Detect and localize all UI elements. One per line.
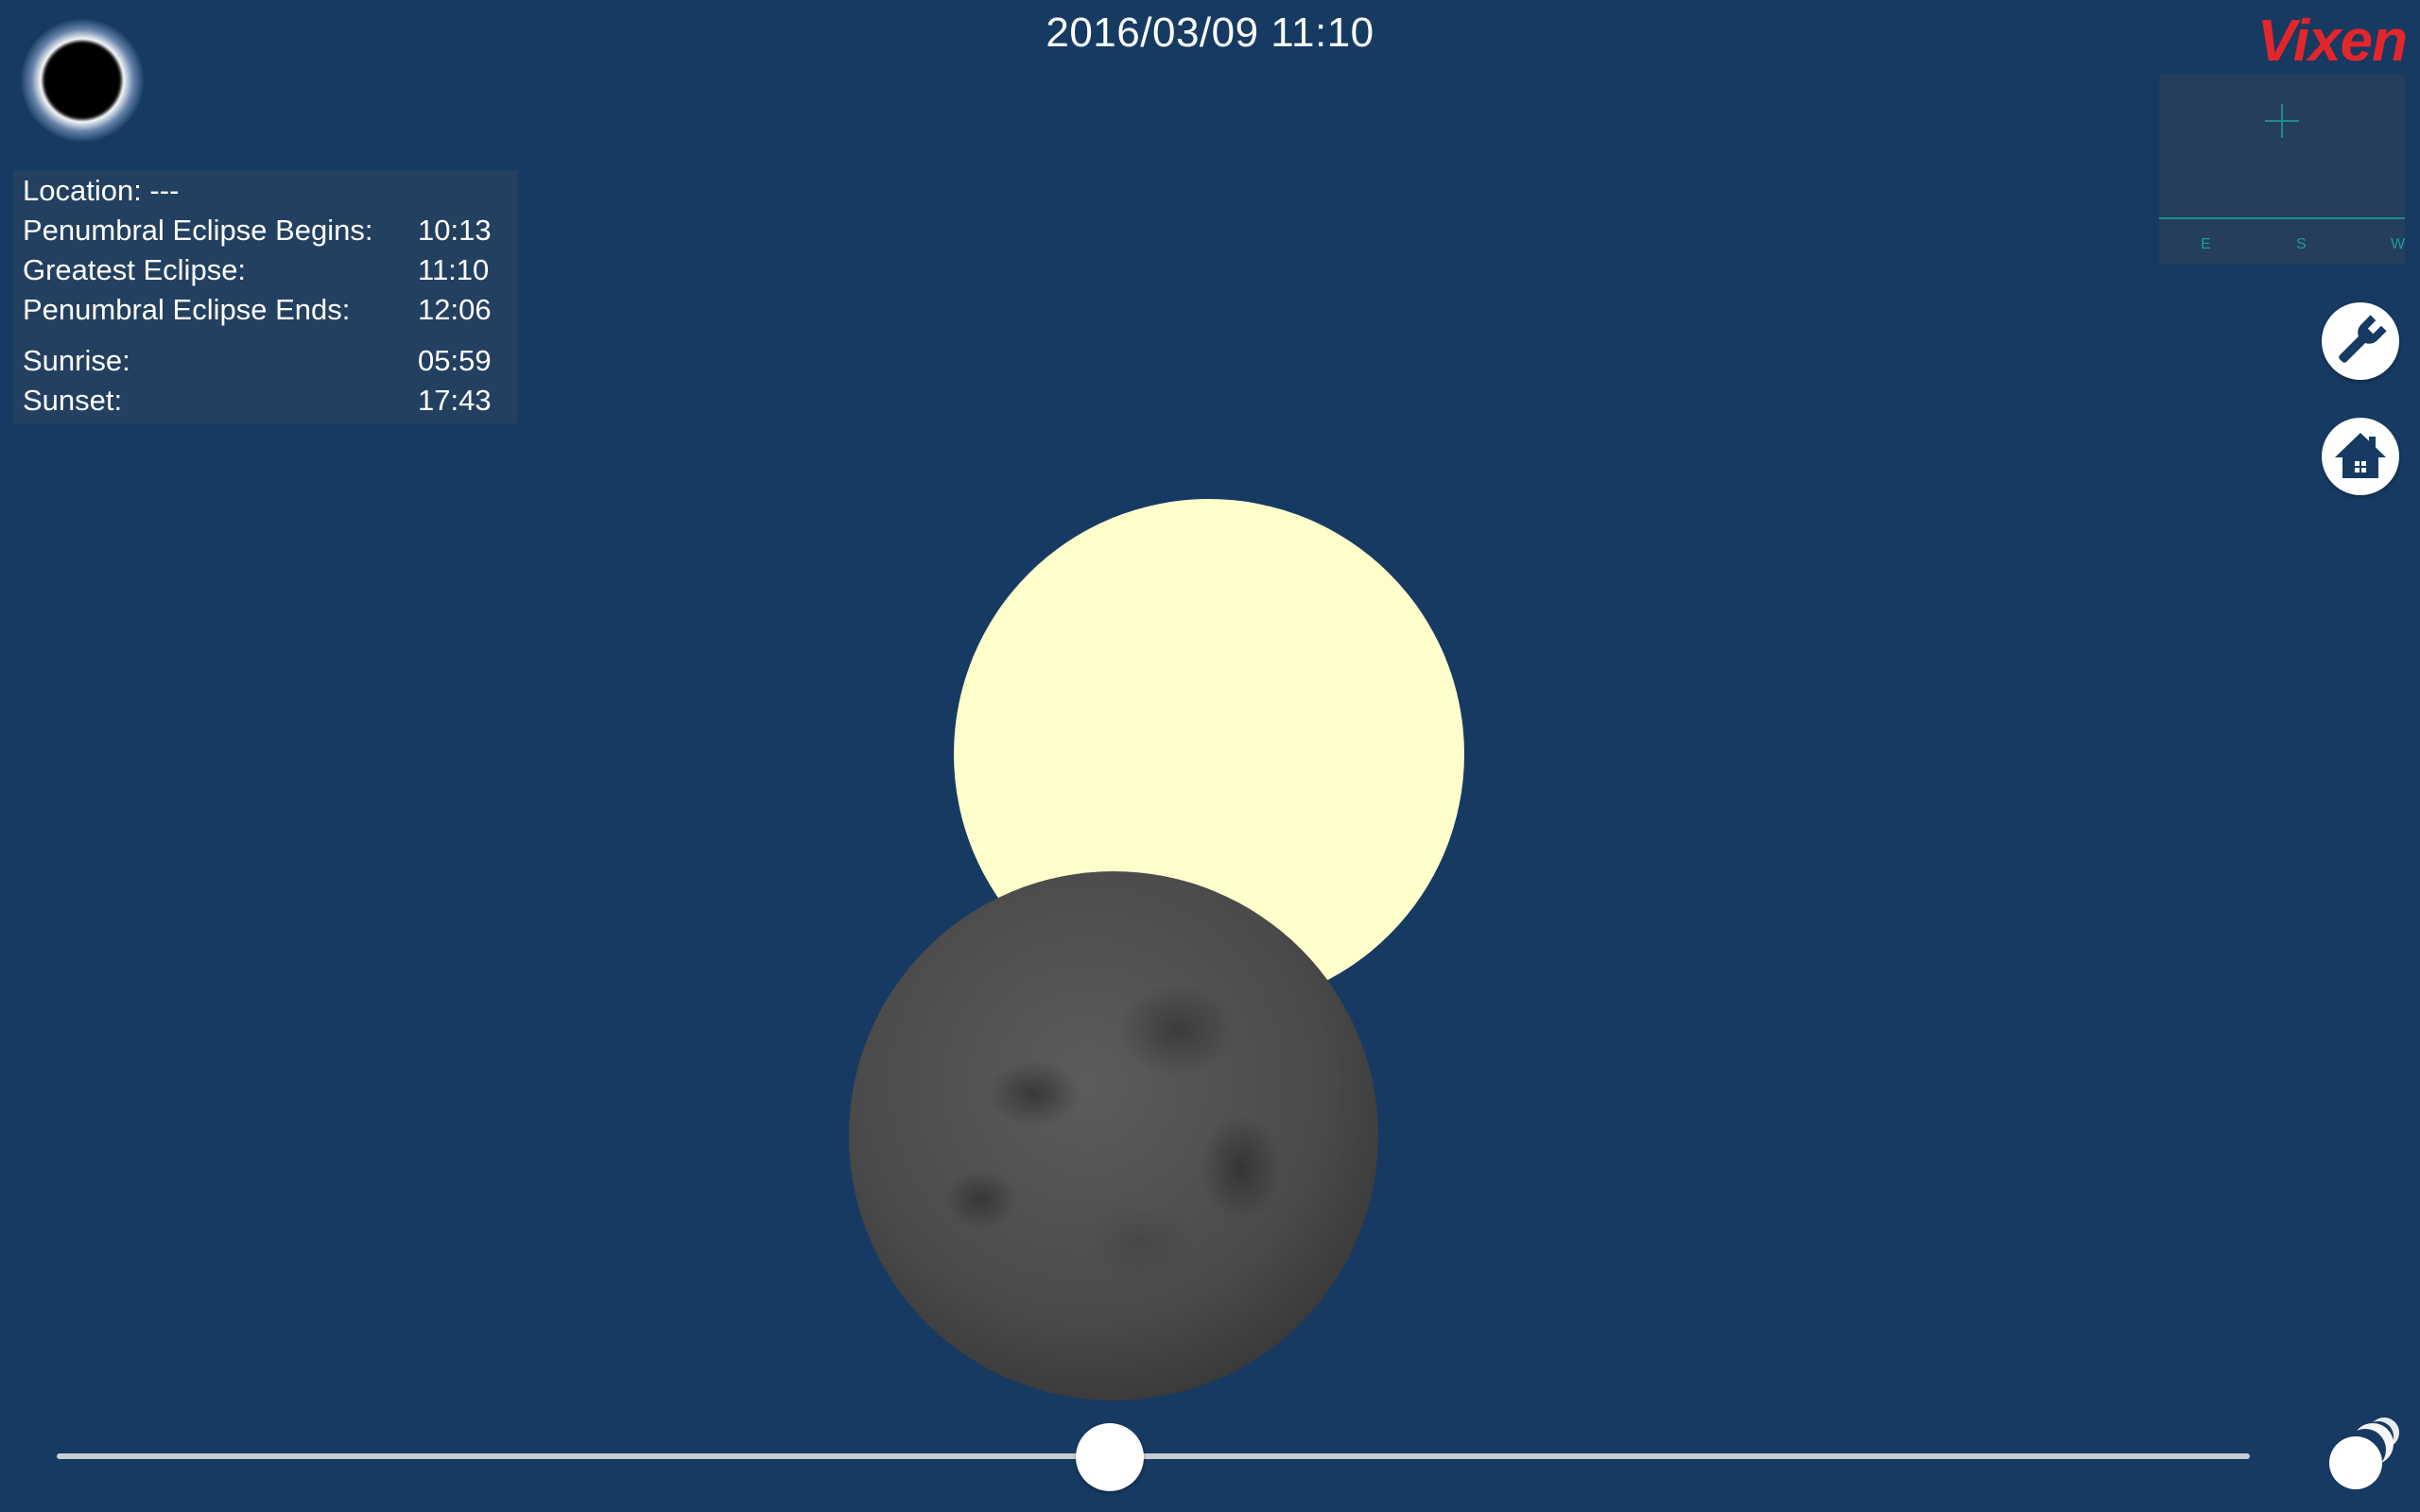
info-label: Sunset: [23, 384, 123, 417]
home-button[interactable] [2322, 418, 2399, 495]
location-label: Location: --- [23, 174, 180, 207]
settings-button[interactable] [2322, 302, 2399, 380]
eclipse-icon[interactable] [21, 19, 144, 142]
info-value: 10:13 [418, 214, 492, 247]
direction-east: E [2201, 236, 2211, 252]
info-value: 17:43 [418, 384, 492, 417]
moon-phases-icon [2329, 1418, 2399, 1489]
wrench-icon [2339, 315, 2387, 363]
info-label: Sunrise: [23, 344, 130, 377]
sky-position-map: E S W [2159, 74, 2405, 265]
info-value: 05:59 [418, 344, 492, 377]
sun-position-marker-vertical [2281, 104, 2283, 138]
datetime-display: 2016/03/09 11:10 [1046, 9, 1374, 56]
info-value: 11:10 [418, 253, 490, 286]
horizon-line [2159, 217, 2405, 219]
direction-south: S [2296, 236, 2307, 252]
eclipse-info-panel: Location: --- Penumbral Eclipse Begins: … [13, 170, 518, 423]
info-value: 12:06 [418, 293, 492, 326]
direction-west: W [2391, 236, 2406, 252]
timeline-slider-thumb[interactable] [1075, 1423, 1144, 1491]
moon-phases-button[interactable] [2322, 1414, 2407, 1499]
info-label: Greatest Eclipse: [23, 253, 247, 286]
home-icon [2335, 433, 2386, 478]
moon-disc [849, 871, 1378, 1400]
info-label: Penumbral Eclipse Begins: [23, 214, 373, 247]
info-label: Penumbral Eclipse Ends: [23, 293, 351, 326]
timeline-slider-track[interactable] [57, 1453, 2250, 1459]
vixen-logo: Vixen [2256, 9, 2408, 74]
